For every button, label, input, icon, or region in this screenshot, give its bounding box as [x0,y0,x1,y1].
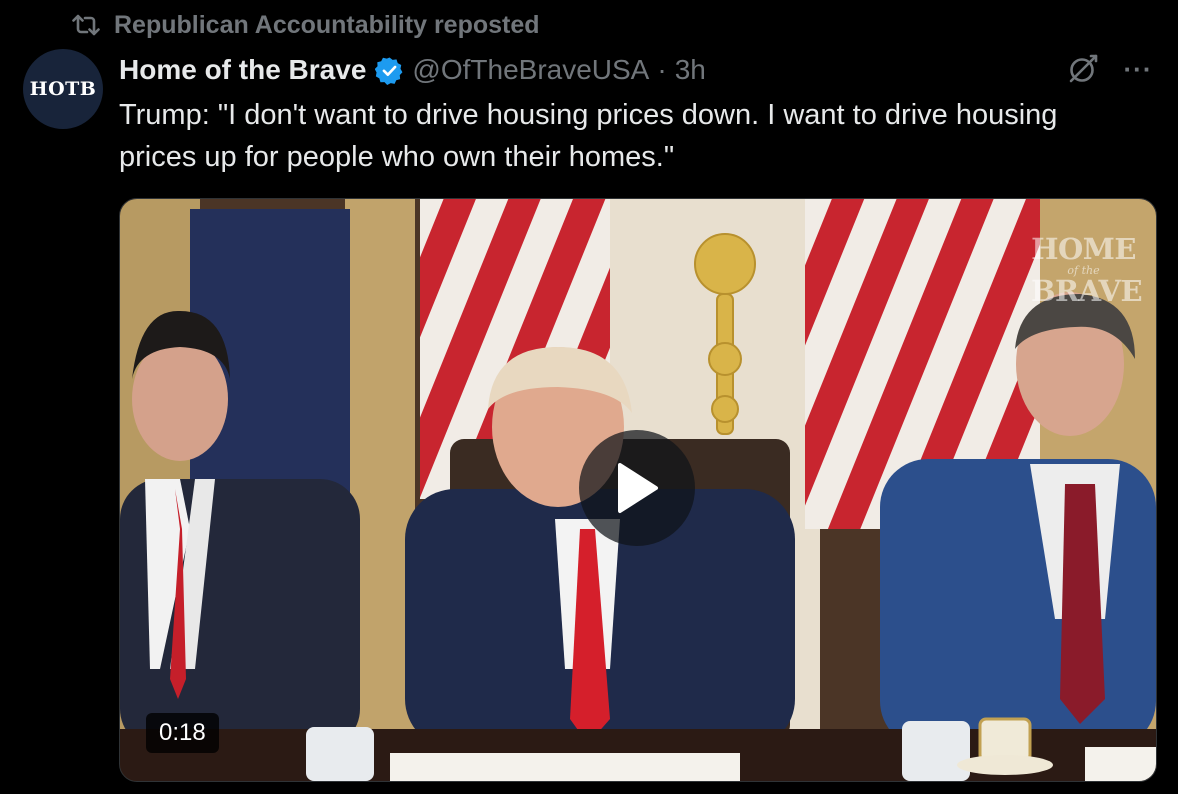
author-name[interactable]: Home of the Brave [119,54,366,86]
repost-context[interactable]: Republican Accountability reposted [72,6,540,44]
more-options-button[interactable]: ··· [1118,52,1158,86]
repost-icon [72,14,100,36]
separator-dot: · [657,54,667,85]
grok-button[interactable] [1066,52,1100,86]
tweet-header: Home of the Brave @OfTheBraveUSA · 3h [119,50,706,90]
grok-icon [1069,54,1098,83]
avatar-text: HOTB [29,78,97,100]
verified-badge-icon[interactable] [375,56,404,85]
repost-context-text: Republican Accountability reposted [114,10,540,39]
play-button[interactable] [579,430,695,546]
video-duration: 0:18 [146,713,219,753]
author-handle[interactable]: @OfTheBraveUSA [412,54,649,86]
video-player[interactable]: HOME of the BRAVE 0:18 [119,198,1157,782]
play-icon [618,463,658,513]
avatar[interactable]: HOTB [23,49,103,129]
more-icon: ··· [1123,53,1153,84]
post-time[interactable]: 3h [675,54,706,86]
tweet-text: Trump: "I don't want to drive housing pr… [119,99,1058,173]
